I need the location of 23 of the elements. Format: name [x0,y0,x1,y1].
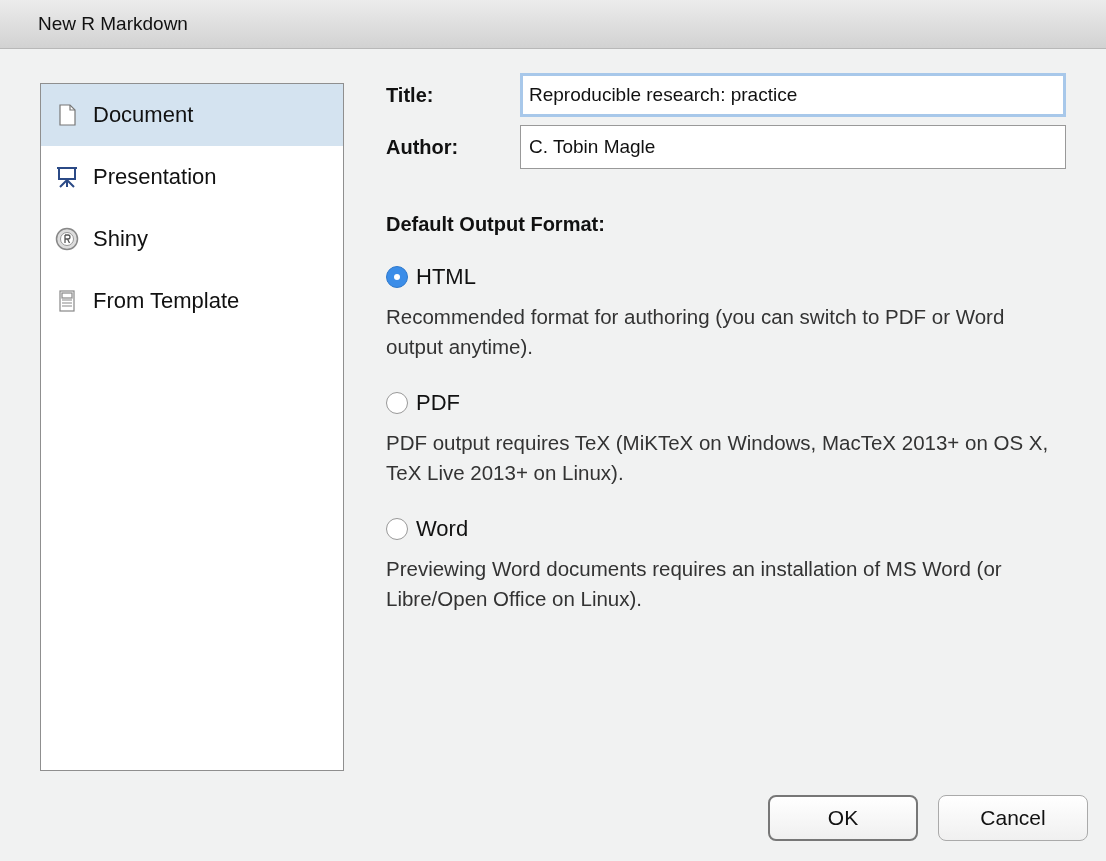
radio-button[interactable] [386,266,408,288]
easel-icon [55,164,79,190]
text-field[interactable]: Reproducible research: practice [520,73,1066,117]
field-label: Author: [386,135,460,159]
sidebar-item[interactable]: Document [41,84,343,146]
dialog-button[interactable]: OK [768,795,918,841]
sidebar-item[interactable]: From Template [41,270,343,332]
radio-button[interactable] [386,392,408,414]
dialog-button[interactable]: Cancel [938,795,1088,841]
radio-label[interactable]: PDF [416,390,460,416]
field-label: Title: [386,83,435,107]
format-description: Previewing Word documents requires an installation of MS Word (or Libre/Open Office on Linux). [386,556,1003,612]
text-field[interactable]: C. Tobin Magle [520,125,1066,169]
r-logo-icon [55,226,79,252]
sidebar-item[interactable]: Shiny [41,208,343,270]
sidebar-item[interactable]: Presentation [41,146,343,208]
window-title: New R Markdown [38,13,188,35]
format-description: PDF output requires TeX (MiKTeX on Windows, MacTeX 2013+ on OS X, TeX Live 2013+ on Linux). [386,430,1050,486]
radio-label[interactable]: Word [416,516,469,542]
radio-button[interactable] [386,518,408,540]
format-description: Recommended format for authoring (you can switch to PDF or Word output anytime). [386,304,1006,360]
radio-label[interactable]: HTML [416,264,476,290]
section-heading: Default Output Format: [386,213,606,236]
